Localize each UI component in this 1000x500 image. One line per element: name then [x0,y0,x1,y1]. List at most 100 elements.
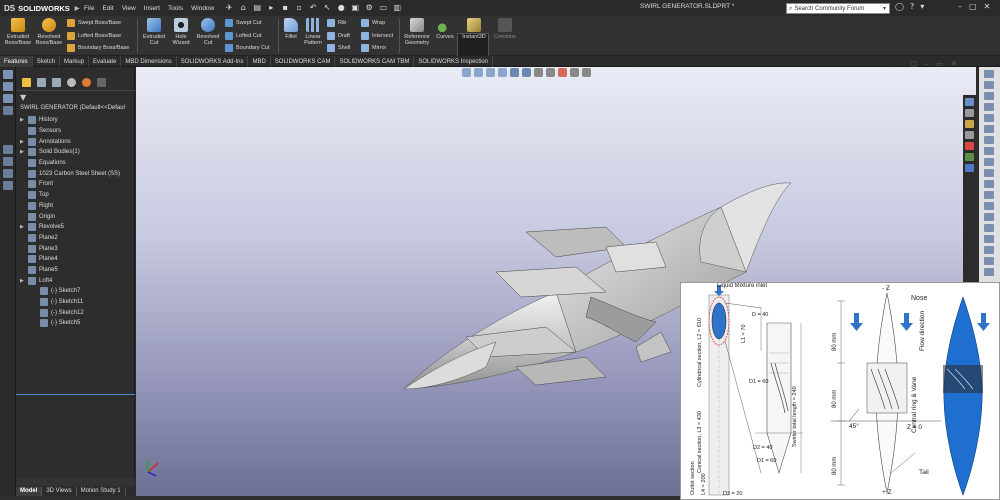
expand-arrow-icon[interactable]: ▶ [20,149,28,155]
revolved-cut-button[interactable]: Revolved Cut [195,18,221,46]
close-icon[interactable]: ✕ [984,2,991,11]
property-manager-tab-icon[interactable] [37,78,46,87]
menu-file[interactable]: File [80,5,98,12]
tree-item[interactable]: Plane3 [20,243,135,254]
tree-item[interactable]: Top [20,190,135,201]
filter-icon[interactable]: ▼ [20,93,26,102]
tool-6-icon[interactable] [984,125,994,133]
tree-item[interactable]: ▶ Loft4 [20,275,135,286]
wrap-button[interactable]: Wrap [361,19,385,27]
extruded-cut-button[interactable]: Extruded Cut [141,18,167,46]
boundary-cut-button[interactable]: Boundary Cut [225,44,270,52]
tree-item[interactable]: (-) Sketch7 [20,286,135,297]
rebuild-icon[interactable]: ▣ [350,3,360,13]
library-icon[interactable] [3,157,13,166]
tab-markup[interactable]: Markup [60,56,90,67]
custom-properties-icon[interactable] [965,153,974,161]
minimize-icon[interactable]: – [958,2,962,11]
select-icon[interactable]: ↖ [322,3,332,13]
apply-scene-icon[interactable] [558,68,567,77]
tool-15-icon[interactable] [984,224,994,232]
tree-item[interactable]: Front [20,179,135,190]
pin-icon[interactable]: ✈ [224,3,234,13]
tab-addins[interactable]: SOLIDWORKS Add-Ins [177,56,249,67]
tool-14-icon[interactable] [984,213,994,221]
tree-scrollbar[interactable] [16,478,135,486]
combine-button[interactable]: Combine [492,18,518,40]
cube-icon[interactable] [3,70,13,79]
tab-model[interactable]: Model [16,487,43,496]
intersect-button[interactable]: Intersect [361,32,393,40]
viewport-minimize-icon[interactable]: – [925,60,929,68]
options-icon[interactable]: ⚙ [364,3,374,13]
tab-evaluate[interactable]: Evaluate [89,56,122,67]
view-orientation-icon[interactable] [510,68,519,77]
section-view-icon[interactable] [498,68,507,77]
viewport-close-icon[interactable]: ✕ [951,60,957,68]
forum-icon[interactable] [965,164,974,172]
tool-19-icon[interactable] [984,268,994,276]
tab-mbd-dimensions[interactable]: MBD Dimensions [121,56,177,67]
extruded-boss-button[interactable]: Extruded Boss/Base [4,18,32,46]
screen-icon[interactable] [3,145,13,154]
lofted-boss-button[interactable]: Lofted Boss/Base [67,32,121,40]
draft-button[interactable]: Draft [327,32,350,40]
restore-icon[interactable]: ▢ [969,2,977,11]
print-icon[interactable]: ▫ [294,3,304,13]
tab-mbd[interactable]: MBD [248,56,271,67]
zoom-area-icon[interactable] [474,68,483,77]
save-icon[interactable]: ▪ [280,3,290,13]
tree-item[interactable]: (-) Sketch5 [20,318,135,329]
tool-4-icon[interactable] [984,103,994,111]
rollback-bar[interactable] [16,394,135,395]
tool-5-icon[interactable] [984,114,994,122]
configuration-manager-tab-icon[interactable] [52,78,61,87]
tool-3-icon[interactable] [984,92,994,100]
tree-item[interactable]: ▶ Annotations [20,136,135,147]
tool-11-icon[interactable] [984,180,994,188]
tree-item[interactable]: Sensors [20,126,135,137]
resources-icon[interactable] [965,98,974,106]
undo-icon[interactable]: ↶ [308,3,318,13]
tree-item[interactable]: 1023 Carbon Steel Sheet (SS) [20,168,135,179]
app-logo[interactable]: DS SOLIDWORKS ▶ [0,4,80,13]
menu-tools[interactable]: Tools [164,5,187,12]
expand-arrow-icon[interactable]: ▶ [20,139,28,145]
view-icon[interactable] [3,94,13,103]
palette-icon[interactable] [3,181,13,190]
tree-item[interactable]: Equations [20,158,135,169]
search-dropdown-icon[interactable]: ▾ [883,5,886,12]
tree-item[interactable]: Plane5 [20,265,135,276]
tree-item[interactable]: (-) Sketch11 [20,297,135,308]
more-tabs-icon[interactable] [97,78,106,87]
file-explorer-icon[interactable] [965,120,974,128]
traffic-light-icon[interactable]: ● [336,3,346,13]
design-library-icon[interactable] [965,109,974,117]
help-dropdown-icon[interactable]: ▾ [920,2,924,11]
tool-9-icon[interactable] [984,158,994,166]
rib-button[interactable]: Rib [327,19,346,27]
tree-item[interactable]: Plane4 [20,254,135,265]
previous-view-icon[interactable] [486,68,495,77]
tree-item[interactable]: (-) Sketch12 [20,307,135,318]
zoom-to-fit-icon[interactable] [462,68,471,77]
tab-features[interactable]: Features [0,56,33,67]
edit-appearance-icon[interactable] [546,68,555,77]
tool-13-icon[interactable] [984,202,994,210]
expand-arrow-icon[interactable]: ▶ [20,278,28,284]
feature-manager-tab-icon[interactable] [22,78,31,87]
tool-7-icon[interactable] [984,136,994,144]
menu-view[interactable]: View [118,5,140,12]
explorer-icon[interactable] [3,169,13,178]
tool-8-icon[interactable] [984,147,994,155]
dimxpert-tab-icon[interactable] [67,78,76,87]
tab-cam-tbm[interactable]: SOLIDWORKS CAM TBM [335,56,415,67]
lofted-cut-button[interactable]: Lofted Cut [225,32,261,40]
search-box[interactable]: ⌕ Search Community Forum ▾ [786,3,890,14]
tool-1-icon[interactable] [984,70,994,78]
tree-item[interactable]: ▶ Solid Bodies(1) [20,147,135,158]
linear-pattern-button[interactable]: Linear Pattern [302,18,324,46]
curves-button[interactable]: Curves [434,18,456,40]
tree-item[interactable]: ▶ Revolve5 [20,222,135,233]
menu-insert[interactable]: Insert [140,5,164,12]
